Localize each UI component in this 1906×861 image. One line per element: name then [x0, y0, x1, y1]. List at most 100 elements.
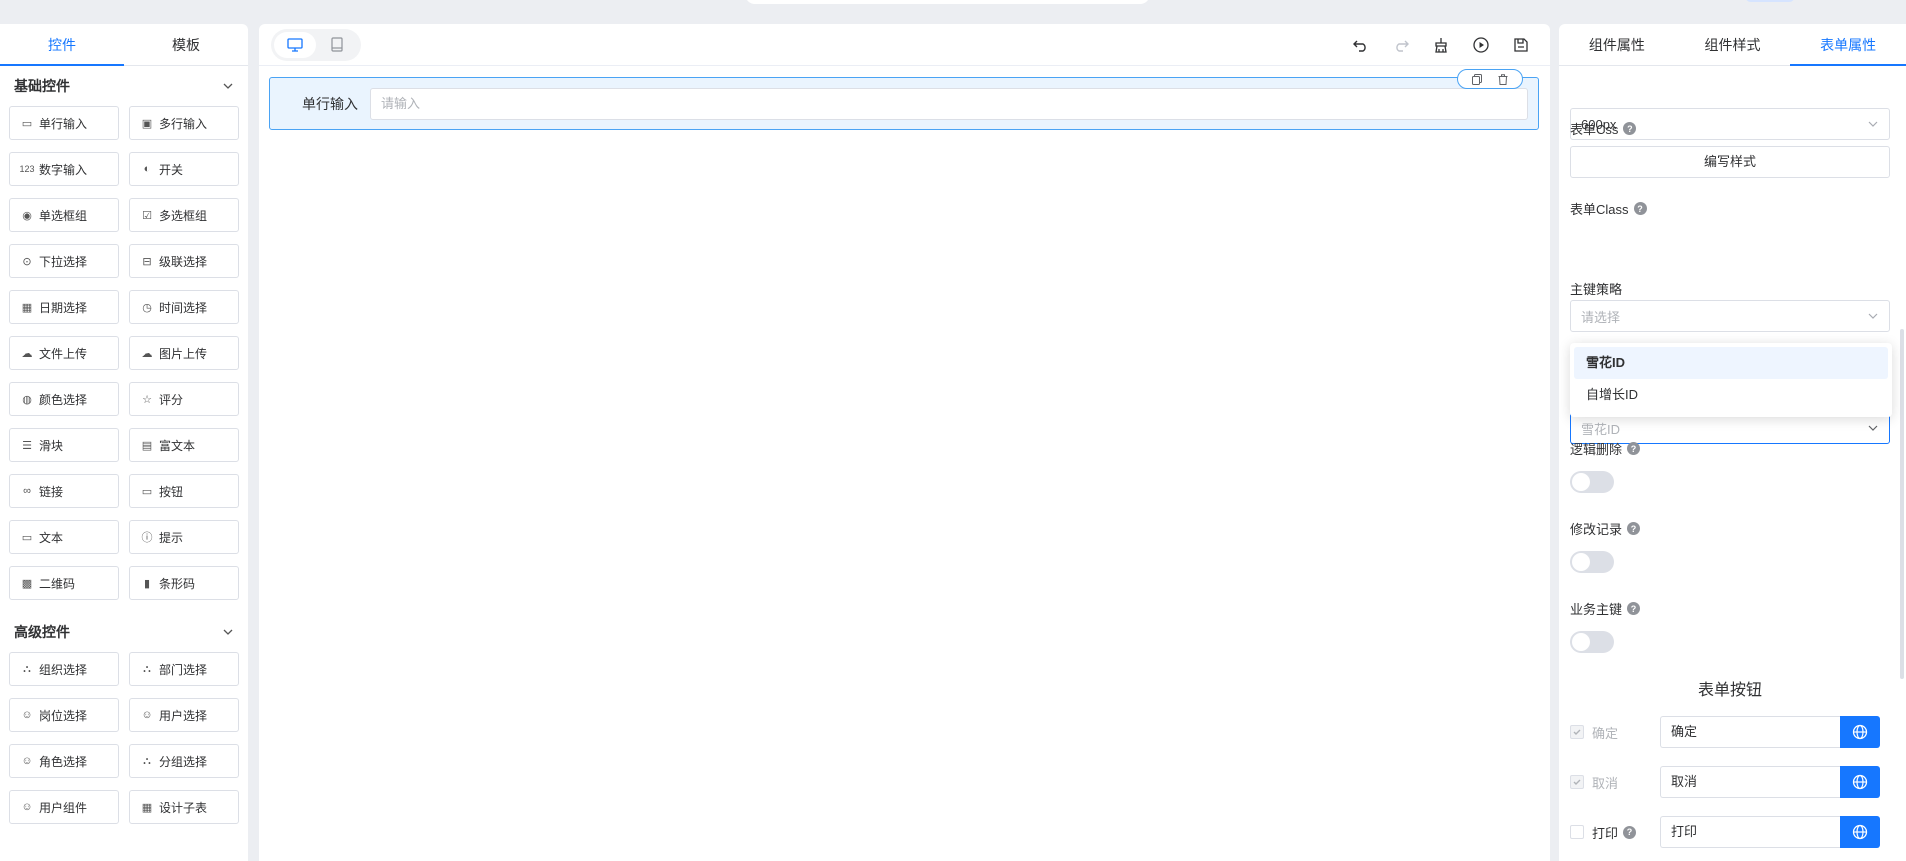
tab-component-props[interactable]: 组件属性: [1559, 24, 1675, 65]
control-text[interactable]: ▭ 文本: [9, 520, 119, 554]
edit-style-button[interactable]: 编写样式: [1570, 146, 1890, 178]
control-cascader[interactable]: ⊟ 级联选择: [129, 244, 239, 278]
top-accent-fragment: [1745, 0, 1795, 2]
print-checkbox[interactable]: [1570, 825, 1584, 839]
control-label: 滑块: [39, 438, 64, 453]
control-user[interactable]: ☺ 用户选择: [129, 698, 239, 732]
help-icon[interactable]: ?: [1627, 442, 1641, 455]
control-table[interactable]: ▦ 设计子表: [129, 790, 239, 824]
button-row-print: 打印? 打印: [1570, 816, 1890, 848]
control-dept[interactable]: ⛬ 部门选择: [129, 652, 239, 686]
control-label: 角色选择: [39, 754, 88, 769]
toolbar-actions: [1350, 34, 1538, 56]
redo-button[interactable]: [1390, 34, 1412, 56]
user-component-icon: ☺: [21, 801, 33, 813]
control-label: 组织选择: [39, 662, 88, 677]
palette-icon: ◍: [22, 393, 32, 406]
pk-option-snowflake[interactable]: 雪花ID: [1574, 347, 1888, 379]
control-label: 设计子表: [159, 800, 208, 815]
row-actions: [1457, 69, 1523, 89]
control-slider[interactable]: ☰ 滑块: [9, 428, 119, 462]
business-key-toggle[interactable]: [1570, 631, 1614, 653]
control-label: 文件上传: [39, 346, 88, 361]
control-checkbox[interactable]: ☑ 多选框组: [129, 198, 239, 232]
help-icon[interactable]: ?: [1627, 522, 1641, 535]
cancel-i18n-button[interactable]: [1840, 766, 1880, 798]
tab-form-props[interactable]: 表单属性: [1790, 24, 1906, 66]
control-rich-text[interactable]: ▤ 富文本: [129, 428, 239, 462]
cancel-checkbox[interactable]: [1570, 775, 1584, 789]
tablet-view-button[interactable]: [316, 32, 358, 58]
alert-icon: ⓘ: [141, 532, 153, 544]
control-number-input[interactable]: 123 数字输入: [9, 152, 119, 186]
confirm-checkbox[interactable]: [1570, 725, 1584, 739]
help-icon[interactable]: ?: [1623, 825, 1637, 839]
control-upload-file[interactable]: ☁ 文件上传: [9, 336, 119, 370]
form-class-select[interactable]: 请选择: [1570, 300, 1890, 332]
logic-delete-toggle[interactable]: [1570, 471, 1614, 493]
cancel-text-input[interactable]: 取消: [1660, 766, 1840, 798]
help-icon[interactable]: ?: [1627, 602, 1641, 615]
control-star[interactable]: ☆ 评分: [129, 382, 239, 416]
business-key-label: 业务主键?: [1570, 599, 1890, 618]
control-alert[interactable]: ⓘ 提示: [129, 520, 239, 554]
control-date[interactable]: ▦ 日期选择: [9, 290, 119, 324]
print-text-input[interactable]: 打印: [1660, 816, 1840, 848]
basic-controls-header[interactable]: 基础控件: [0, 66, 248, 106]
control-group[interactable]: ⛬ 分组选择: [129, 744, 239, 778]
preview-button[interactable]: [1470, 34, 1492, 56]
broom-icon: [1435, 37, 1447, 53]
control-role[interactable]: ☺ 角色选择: [9, 744, 119, 778]
control-link[interactable]: ∞ 链接: [9, 474, 119, 508]
star-icon: ☆: [142, 393, 152, 406]
copy-row-button[interactable]: [1466, 72, 1488, 86]
control-qrcode[interactable]: ▩ 二维码: [9, 566, 119, 600]
control-clock[interactable]: ◷ 时间选择: [129, 290, 239, 324]
help-icon[interactable]: ?: [1633, 202, 1647, 215]
date-icon: ▦: [21, 301, 33, 314]
upload-file-icon: ☁: [21, 347, 33, 360]
barcode-icon: ▮: [143, 577, 151, 590]
save-button[interactable]: [1510, 34, 1532, 56]
tab-component-style[interactable]: 组件样式: [1675, 24, 1791, 65]
control-barcode[interactable]: ▮ 条形码: [129, 566, 239, 600]
control-label: 文本: [39, 530, 64, 545]
cascader-icon: ⊟: [142, 255, 152, 268]
control-upload-image[interactable]: ☁ 图片上传: [129, 336, 239, 370]
help-icon[interactable]: ?: [1623, 122, 1637, 135]
confirm-i18n-button[interactable]: [1840, 716, 1880, 748]
pk-option-autoincrement[interactable]: 自增长ID: [1574, 379, 1888, 411]
form-buttons-title: 表单按钮: [1697, 682, 1762, 699]
modify-record-label: 修改记录?: [1570, 519, 1890, 538]
control-single-line-input[interactable]: ▭ 单行输入: [9, 106, 119, 140]
tab-templates[interactable]: 模板: [124, 24, 248, 65]
clear-button[interactable]: [1430, 34, 1452, 56]
advanced-controls-header[interactable]: 高级控件: [0, 612, 248, 652]
control-palette[interactable]: ◍ 颜色选择: [9, 382, 119, 416]
form-row-input[interactable]: 请输入: [370, 87, 1528, 120]
modify-record-toggle[interactable]: [1570, 551, 1614, 573]
confirm-label-text: 确定: [1592, 725, 1619, 741]
panel-scrollbar[interactable]: [1900, 329, 1904, 679]
selected-form-row[interactable]: 单行输入 请输入: [269, 69, 1539, 130]
confirm-text-input[interactable]: 确定: [1660, 716, 1840, 748]
control-button[interactable]: ▭ 按钮: [129, 474, 239, 508]
control-switch[interactable]: ◐ 开关: [129, 152, 239, 186]
control-post[interactable]: ☺ 岗位选择: [9, 698, 119, 732]
control-select[interactable]: ⊙ 下拉选择: [9, 244, 119, 278]
control-org[interactable]: ⛬ 组织选择: [9, 652, 119, 686]
control-multi-line-input[interactable]: ▣ 多行输入: [129, 106, 239, 140]
desktop-view-button[interactable]: [274, 31, 316, 58]
confirm-check-label: 确定: [1570, 723, 1660, 742]
print-i18n-button[interactable]: [1840, 816, 1880, 848]
tab-controls[interactable]: 控件: [0, 24, 124, 66]
control-user-component[interactable]: ☺ 用户组件: [9, 790, 119, 824]
number-input-icon: 123: [19, 164, 35, 174]
delete-row-button[interactable]: [1492, 72, 1514, 86]
check-icon: [1573, 779, 1581, 785]
pk-strategy-label: 主键策略: [1570, 282, 1623, 297]
control-radio[interactable]: ◉ 单选框组: [9, 198, 119, 232]
control-label: 评分: [159, 392, 184, 407]
control-label: 单行输入: [39, 116, 88, 131]
undo-button[interactable]: [1350, 34, 1372, 56]
